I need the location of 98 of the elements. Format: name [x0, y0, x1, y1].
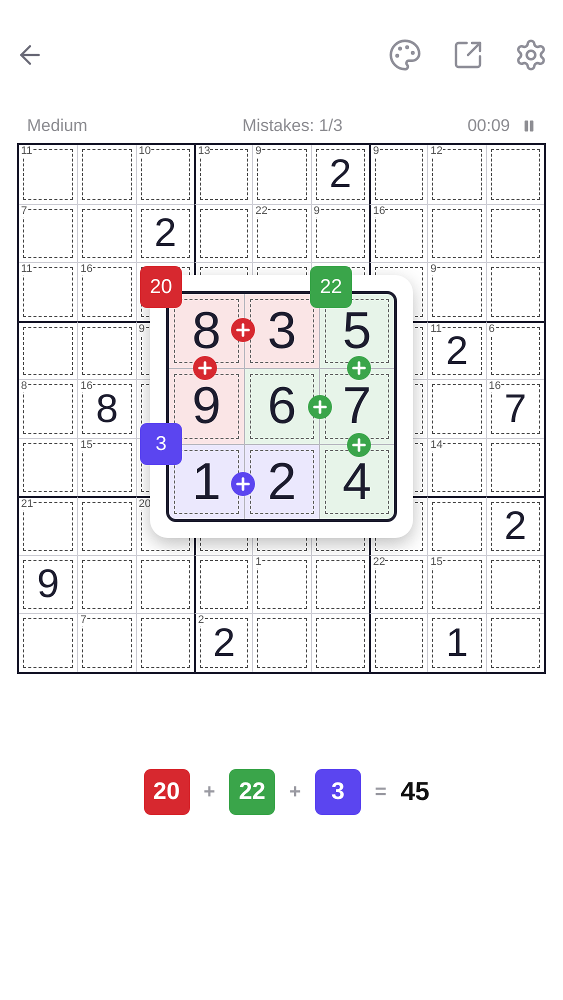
plus-icon: [308, 394, 332, 418]
cage-sum: 11: [21, 146, 32, 157]
cage-sum: 9: [430, 264, 436, 275]
cell-value: 2: [268, 456, 296, 508]
difficulty-label: Medium: [27, 115, 88, 138]
cell-value[interactable]: 2: [154, 213, 176, 254]
cage-outline: [490, 442, 540, 492]
cage-outline: [316, 618, 365, 668]
cage-outline: [82, 149, 132, 200]
cell-value: 3: [268, 305, 296, 358]
cage-sum: 15: [430, 556, 443, 568]
cage-outline: [490, 618, 540, 668]
cage-sum: 1: [255, 556, 262, 568]
cage-outline: [82, 326, 132, 375]
cage-outline: [82, 208, 132, 258]
cage-sum: 13: [198, 146, 210, 157]
cage-sum: 14: [430, 440, 443, 450]
plus-icon: [346, 433, 370, 457]
cage-outline: [140, 208, 190, 258]
plus-icon: [346, 356, 370, 380]
plus-icon: [231, 318, 255, 342]
operator: =: [374, 780, 387, 804]
cell-value: 4: [342, 456, 372, 508]
cage-sum: 2: [198, 615, 204, 626]
operator: +: [204, 780, 216, 804]
cage-sum: 6: [488, 324, 495, 334]
cage-sum: 9: [255, 146, 262, 157]
cage-outline: [316, 149, 365, 200]
cell-value[interactable]: 7: [504, 388, 526, 429]
cage-outline: [432, 618, 482, 668]
cage-sum: 22: [372, 556, 386, 568]
cell-value: 9: [192, 380, 221, 432]
cage-sum: 15: [80, 440, 93, 450]
cage-outline: [257, 618, 307, 668]
cage-sum: 22: [255, 206, 268, 216]
cell-value[interactable]: 2: [504, 506, 526, 546]
cell-value[interactable]: 2: [446, 330, 468, 371]
cell-value[interactable]: 8: [96, 388, 118, 429]
cell-value: 8: [192, 305, 221, 358]
cage-outline: [140, 560, 190, 609]
cell-value: 1: [192, 456, 221, 508]
cage-sum: 21: [21, 499, 34, 510]
cage-outline: [140, 618, 190, 668]
cage-sum: 16: [488, 381, 501, 392]
cage-sum: 8: [21, 381, 28, 392]
cage-outline: [200, 208, 248, 258]
sum-badge: 3: [314, 768, 361, 814]
cage-sum-badge: 20: [140, 266, 182, 308]
cage-outline: [490, 560, 540, 609]
cage-outline: [490, 502, 540, 550]
timer: 00:09: [467, 115, 510, 138]
cage-outline: [432, 208, 482, 258]
cage-sum: 11: [430, 324, 442, 334]
cage-outline: [23, 442, 74, 492]
sum-badge: 22: [229, 768, 276, 814]
cell-value: 6: [268, 380, 296, 432]
cage-outline: [374, 618, 424, 668]
palette-icon[interactable]: [388, 38, 422, 72]
cage-outline: [490, 267, 540, 316]
cage-sum-badge: 3: [140, 423, 182, 465]
cage-sum: 12: [430, 146, 443, 157]
cage-sum-badge: 22: [310, 266, 352, 308]
cage-sum: 16: [80, 381, 93, 392]
cage-outline: [432, 384, 482, 434]
cage-outline: [23, 326, 74, 375]
settings-icon[interactable]: [514, 38, 548, 72]
mistakes-counter: Mistakes: 1/3: [242, 115, 343, 138]
cage-sum: 9: [314, 206, 320, 216]
cell-value: 7: [342, 380, 372, 432]
cage-outline: [82, 502, 132, 550]
total: 45: [400, 775, 430, 808]
pause-icon[interactable]: [522, 118, 536, 134]
cage-outline: [490, 208, 540, 258]
cell-value[interactable]: 2: [213, 622, 236, 663]
operator: +: [289, 780, 301, 804]
cell-value[interactable]: 1: [446, 622, 468, 663]
cage-sum: 7: [21, 206, 28, 216]
share-icon[interactable]: [452, 39, 484, 71]
cell-value[interactable]: 9: [37, 564, 60, 604]
cage-outline: [432, 502, 482, 550]
cage-sum: 16: [80, 264, 93, 275]
cell-value[interactable]: 2: [329, 154, 352, 194]
cage-outline: [23, 618, 74, 668]
plus-icon: [192, 356, 216, 380]
cage-sum: 10: [138, 146, 151, 157]
cage-outline: [200, 560, 248, 609]
cell-value: 5: [342, 305, 372, 358]
cage-outline: [82, 560, 132, 609]
cage-sum: 7: [80, 615, 86, 626]
cage-sum: 9: [372, 146, 380, 157]
cage-sum: 11: [21, 264, 32, 275]
cage-outline: [490, 149, 540, 200]
cage-sum: 9: [138, 324, 145, 334]
plus-icon: [231, 472, 255, 496]
cage-outline: [316, 560, 365, 609]
cage-outline: [23, 560, 74, 609]
sum-badge: 20: [144, 768, 190, 814]
cage-sum: 16: [372, 206, 386, 216]
